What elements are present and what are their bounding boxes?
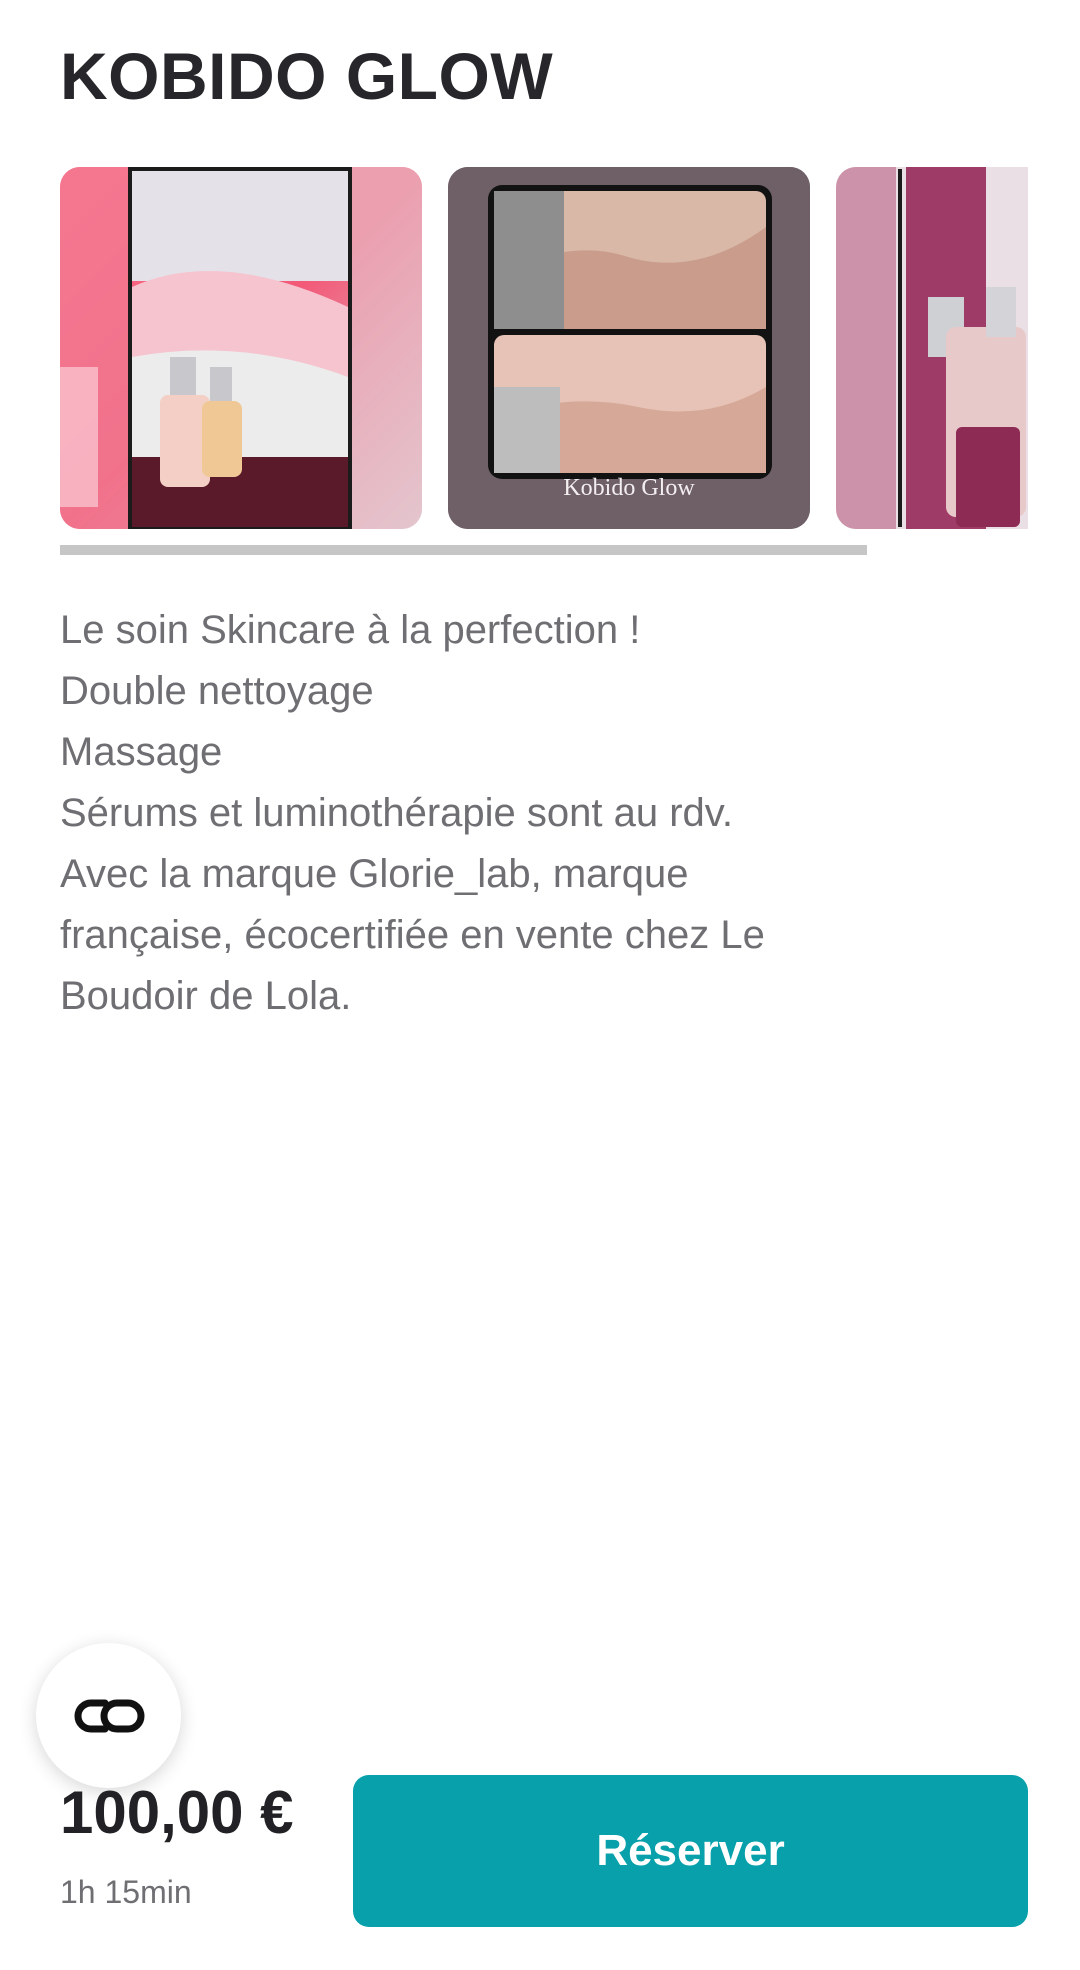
description-line: Avec la marque Glorie_lab, marque — [60, 852, 689, 896]
carousel-scrollbar[interactable] — [60, 545, 867, 555]
service-price: 100,00 € — [60, 1779, 294, 1846]
gallery-image-1[interactable] — [60, 167, 422, 529]
service-description: Le soin Skincare à la perfection ! Doubl… — [60, 600, 960, 1027]
image-carousel[interactable]: Kobido Glow — [60, 167, 1028, 529]
book-button[interactable]: Réserver — [353, 1775, 1028, 1927]
gallery-image-2[interactable]: Kobido Glow — [448, 167, 810, 529]
link-button[interactable] — [36, 1643, 181, 1788]
link-icon — [74, 1699, 144, 1732]
description-line: Double nettoyage — [60, 669, 374, 713]
description-line: Boudoir de Lola. — [60, 974, 352, 1018]
service-duration: 1h 15min — [60, 1874, 192, 1910]
gallery-image-3[interactable] — [836, 167, 1028, 529]
description-line: Le soin Skincare à la perfection ! — [60, 608, 641, 652]
description-line: française, écocertifiée en vente chez Le — [60, 913, 765, 957]
page-title: KOBIDO GLOW — [60, 39, 554, 113]
description-line: Massage — [60, 730, 223, 774]
description-line: Sérums et luminothérapie sont au rdv. — [60, 791, 733, 835]
image-caption: Kobido Glow — [563, 475, 695, 501]
